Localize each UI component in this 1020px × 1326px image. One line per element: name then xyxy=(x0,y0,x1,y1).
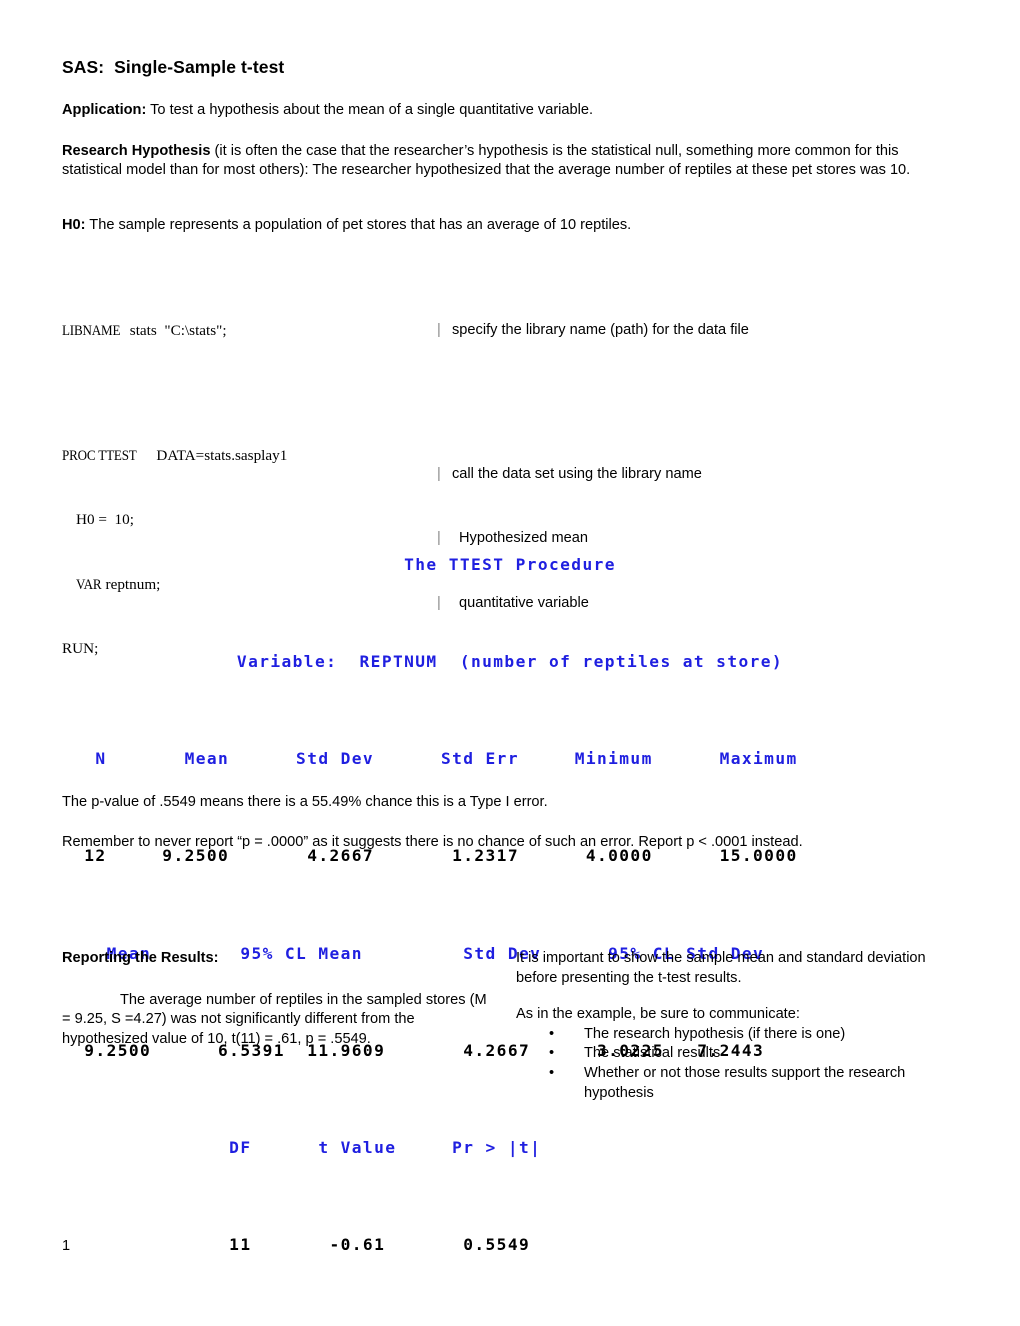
list-item-label: The statistical results xyxy=(584,1045,721,1062)
bullet-icon: • xyxy=(549,1064,555,1081)
page-title: SAS: Single-Sample t-test xyxy=(62,57,285,77)
null-hypothesis-label: H0: xyxy=(62,217,86,233)
reporting-example-text: The average number of reptiles in the sa… xyxy=(62,991,487,1047)
reporting-guidance-1: It is important to show the sample mean … xyxy=(516,950,926,986)
annotation-libname-text: specify the library name (path) for the … xyxy=(452,322,749,338)
sas-variable-line: Variable: REPTNUM (number of reptiles at… xyxy=(236,652,784,672)
research-hypothesis-paragraph: Research Hypothesis (it is often the cas… xyxy=(62,142,960,181)
annotation-proc: | call the data set using the library nam… xyxy=(437,464,957,486)
list-item-label: The research hypothesis (if there is one… xyxy=(584,1025,846,1042)
reporting-left-column: Reporting the Results: The average numbe… xyxy=(62,949,494,1049)
research-hypothesis-label: Research Hypothesis xyxy=(62,143,211,159)
list-item: • The research hypothesis (if there is on… xyxy=(516,1025,936,1045)
page-number: 1 xyxy=(62,1238,71,1254)
sas-table3-header: DF t Value Pr > |t| xyxy=(62,1138,542,1158)
document-page: SAS: Single-Sample t-test Application: T… xyxy=(0,0,1020,1320)
annotation-spacer xyxy=(437,385,957,421)
code-keyword-libname: LIBNAME xyxy=(62,322,121,339)
report-reminder-note: Remember to never report “p = .0000” as … xyxy=(62,834,803,850)
code-line-proc: PROC TTEST DATA=stats.sasplay1 xyxy=(62,445,432,467)
bullet-icon: • xyxy=(549,1045,555,1062)
null-hypothesis-text: The sample represents a population of pe… xyxy=(85,217,632,233)
sas-output-block: The TTEST Procedure Variable: REPTNUM (n… xyxy=(62,484,958,1326)
code-proc-rest: DATA=stats.sasplay1 xyxy=(148,446,288,464)
application-label: Application: xyxy=(62,102,147,118)
pipe-separator-icon: | xyxy=(437,322,441,338)
code-spacer xyxy=(62,385,432,402)
null-hypothesis-paragraph: H0: The sample represents a population o… xyxy=(62,216,962,235)
column-spacer xyxy=(516,988,936,1005)
sas-procedure-title: The TTEST Procedure xyxy=(404,554,616,574)
pipe-separator-icon: | xyxy=(437,465,441,482)
pvalue-note: The p-value of .5549 means there is a 55… xyxy=(62,794,548,810)
list-item: • The statistical results xyxy=(516,1044,936,1064)
sas-table1-header: N Mean Std Dev Std Err Minimum Maximum xyxy=(62,749,798,769)
application-paragraph: Application: To test a hypothesis about … xyxy=(62,101,962,120)
reporting-bullet-list: • The research hypothesis (if there is on… xyxy=(516,1025,936,1103)
reporting-guidance-2: As in the example, be sure to communicat… xyxy=(516,1006,800,1023)
application-text: To test a hypothesis about the mean of a… xyxy=(146,102,594,118)
code-libname-rest: stats "C:\stats"; xyxy=(129,322,227,339)
annotation-libname: | specify the library name (path) for the… xyxy=(437,320,957,342)
code-line-libname: LIBNAME stats "C:\stats"; xyxy=(62,320,432,342)
bullet-icon: • xyxy=(549,1025,555,1042)
annotation-proc-text: call the data set using the library name xyxy=(452,465,702,482)
reporting-right-column: It is important to show the sample mean … xyxy=(516,949,936,1103)
code-keyword-proc-ttest: PROC TTEST xyxy=(62,446,137,464)
list-item: • Whether or not those results support th… xyxy=(516,1064,936,1103)
list-item-label: Whether or not those results support the… xyxy=(584,1064,906,1101)
reporting-heading: Reporting the Results: xyxy=(62,950,219,966)
sas-table3-values: 11 -0.61 0.5549 xyxy=(62,1235,531,1255)
